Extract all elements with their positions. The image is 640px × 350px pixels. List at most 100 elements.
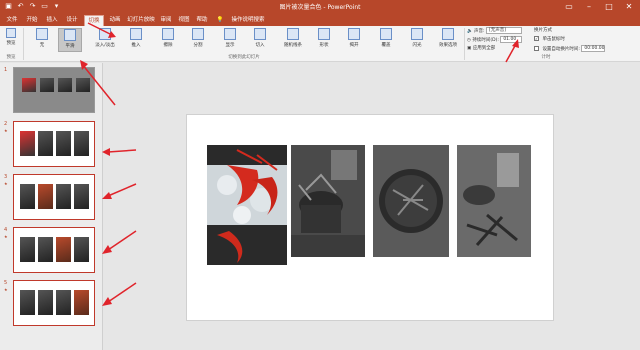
transition-none[interactable]: 无 <box>30 28 54 52</box>
thumb-photo <box>40 78 54 92</box>
transition-cut-icon <box>254 28 266 40</box>
slide-number: 2 <box>4 121 8 127</box>
transition-marker-icon: ★ <box>4 234 8 239</box>
thumb-photo <box>56 290 71 315</box>
transition-marker-icon: ★ <box>4 287 8 292</box>
apply-all-button[interactable]: ▣ 应用到全部 <box>467 45 495 51</box>
ribbon-display-icon[interactable]: ▭ <box>560 0 578 13</box>
customize-icon[interactable]: ▾ <box>52 2 61 11</box>
transition-marker-icon: ★ <box>4 128 8 133</box>
transition-none-icon <box>36 28 48 40</box>
thumb-photo <box>20 290 35 315</box>
thumb-photo <box>56 237 71 262</box>
slide-canvas[interactable] <box>186 114 554 321</box>
transition-split-icon <box>192 28 204 40</box>
tell-me-search[interactable]: 操作说明搜索 <box>226 15 270 26</box>
transition-reveal-icon <box>224 28 236 40</box>
thumb-photo <box>20 131 35 156</box>
transition-flash-icon <box>411 28 423 40</box>
close-icon[interactable]: ✕ <box>620 0 638 13</box>
tab-view[interactable]: 视图 <box>176 15 192 26</box>
duration-label: 持续时间(D): <box>472 38 499 43</box>
transition-shape[interactable]: 形状 <box>312 28 336 52</box>
tab-slideshow[interactable]: 幻灯片放映 <box>126 15 156 26</box>
annotation-arrow <box>102 148 137 156</box>
transition-cut[interactable]: 切入 <box>248 28 272 52</box>
after-time-checkbox[interactable] <box>534 46 539 51</box>
thumb-photo <box>74 290 89 315</box>
thumb-photo <box>74 237 89 262</box>
transition-random-bars[interactable]: 随机线条 <box>278 28 308 52</box>
crayfish-photo-color[interactable] <box>207 145 287 265</box>
sound-label: 声音: <box>474 29 485 34</box>
start-from-beginning-icon[interactable]: ▭ <box>40 2 49 11</box>
checkbox-checked-icon: ✓ <box>534 36 539 41</box>
slide-thumbnail-3[interactable] <box>13 174 95 220</box>
transition-random-bars-icon <box>287 28 299 40</box>
undo-icon[interactable]: ↶ <box>16 2 25 11</box>
clock-icon: ◷ <box>467 38 471 43</box>
thumb-photo <box>38 131 53 156</box>
group-label-preview: 预览 <box>6 55 16 60</box>
sound-dropdown[interactable]: [无声音] <box>486 27 523 34</box>
slide-number: 1 <box>4 67 8 73</box>
apply-all-icon: ▣ <box>467 46 472 51</box>
title-bar: ▣ ↶ ↷ ▭ ▾ 图片被次量合色 - PowerPoint ▭ – □ ✕ <box>0 0 640 13</box>
annotation-arrow <box>80 22 116 106</box>
tab-help[interactable]: 帮助 <box>194 15 210 26</box>
sound-row: 🔈 声音: [无声音] <box>467 27 523 34</box>
transition-push-icon <box>130 28 142 40</box>
thumb-photo <box>20 184 35 209</box>
tab-home[interactable]: 开始 <box>24 15 40 26</box>
preview-icon <box>6 28 16 38</box>
slide-number: 5 <box>4 280 8 286</box>
document-title: 图片被次量合色 - PowerPoint <box>279 4 361 11</box>
annotation-arrow <box>102 230 137 254</box>
slide-thumbnail-5[interactable] <box>13 280 95 326</box>
transition-reveal[interactable]: 显示 <box>218 28 242 52</box>
thumb-photo <box>20 237 35 262</box>
tab-file[interactable]: 文件 <box>4 15 20 26</box>
after-time-input[interactable]: 00:00.00 <box>581 45 606 52</box>
maximize-icon[interactable]: □ <box>600 0 618 13</box>
after-time-row: 设置自动换片时间: 00:00.00 <box>534 45 606 52</box>
transition-cover[interactable]: 覆盖 <box>374 28 398 52</box>
annotation-arrow <box>102 282 137 306</box>
transition-uncover-icon <box>348 28 360 40</box>
effect-options-icon <box>442 28 454 40</box>
thumb-photo <box>74 184 89 209</box>
transition-push[interactable]: 推入 <box>124 28 148 52</box>
slide-number: 3 <box>4 174 8 180</box>
thumb-photo <box>56 184 71 209</box>
slide-thumbnail-4[interactable] <box>13 227 95 273</box>
crayfish-plate-photo[interactable] <box>373 145 449 257</box>
slide-thumbnail-2[interactable] <box>13 121 95 167</box>
preview-button[interactable]: 预览 <box>2 28 20 52</box>
save-icon[interactable]: ▣ <box>4 2 13 11</box>
tab-review[interactable]: 审阅 <box>158 15 174 26</box>
transition-cover-icon <box>380 28 392 40</box>
annotation-arrow <box>102 183 137 199</box>
transition-wipe[interactable]: 擦除 <box>156 28 180 52</box>
thumb-photo <box>38 290 53 315</box>
on-click-checkbox[interactable]: ✓ 单击鼠标时 <box>534 36 565 42</box>
tab-insert[interactable]: 插入 <box>44 15 60 26</box>
thumb-photo <box>38 184 53 209</box>
transition-flash[interactable]: 闪光 <box>405 28 429 52</box>
transition-marker-icon: ★ <box>4 181 8 186</box>
thumb-photo <box>56 131 71 156</box>
effect-options-button[interactable]: 效果选项 <box>436 28 460 52</box>
transition-shape-icon <box>318 28 330 40</box>
transition-split[interactable]: 分割 <box>186 28 210 52</box>
group-label-timing: 计时 <box>541 55 551 60</box>
transition-uncover[interactable]: 揭开 <box>342 28 366 52</box>
minimize-icon[interactable]: – <box>580 0 598 13</box>
crayfish-bowl-photo[interactable] <box>457 145 531 257</box>
thumb-photo <box>38 237 53 262</box>
thumb-photo <box>22 78 36 92</box>
transition-wipe-icon <box>162 28 174 40</box>
crayfish-bucket-photo[interactable] <box>291 145 365 257</box>
redo-icon[interactable]: ↷ <box>28 2 37 11</box>
annotation-arrow <box>505 39 519 63</box>
advance-slide-title: 换片方式 <box>534 28 552 33</box>
